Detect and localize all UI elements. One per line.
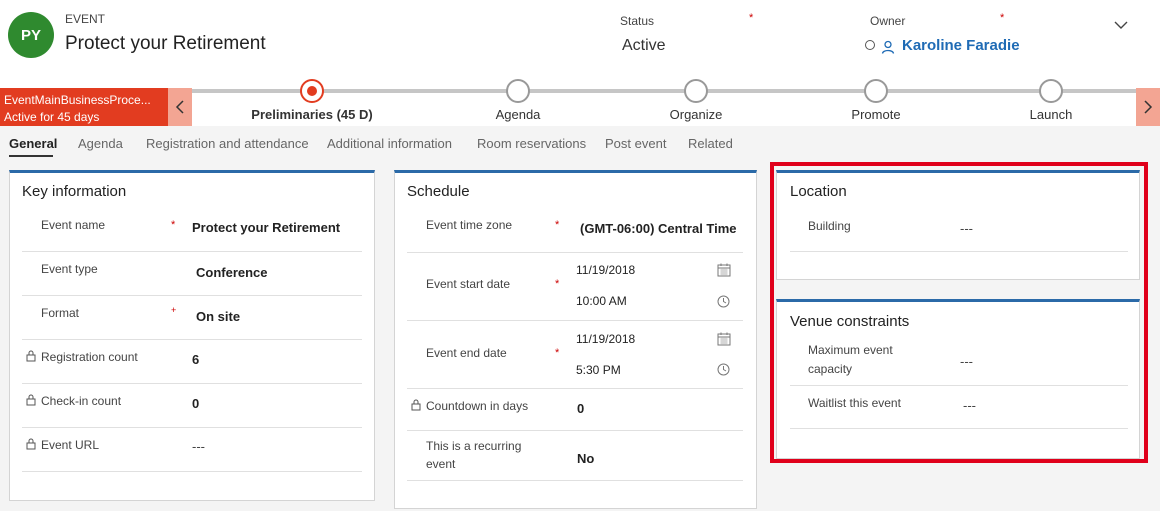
check-in-count-value: 0 <box>192 396 200 411</box>
event-type-field[interactable]: Conference <box>196 265 356 280</box>
end-time-field[interactable]: 5:30 PM <box>576 363 621 377</box>
section-title: Schedule <box>407 183 470 200</box>
required-marker: * <box>555 219 560 231</box>
registration-count-value: 6 <box>192 352 200 367</box>
stage-launch-dot[interactable] <box>1039 79 1063 103</box>
divider <box>22 427 362 428</box>
clock-icon[interactable] <box>717 295 730 313</box>
user-icon <box>881 40 895 59</box>
tab-general[interactable]: General <box>9 136 57 151</box>
field-label: Countdown in days <box>426 399 529 413</box>
highlight-annotation <box>770 162 1148 463</box>
lock-icon <box>26 349 36 367</box>
tab-additional-information[interactable]: Additional information <box>327 136 452 151</box>
field-label: Event end date <box>426 346 507 360</box>
stage-agenda-dot[interactable] <box>506 79 530 103</box>
field-label: Check-in count <box>41 394 122 408</box>
divider <box>22 251 362 252</box>
field-label: event <box>426 457 456 471</box>
chevron-down-icon[interactable] <box>1113 18 1129 37</box>
section-title: Key information <box>22 183 127 200</box>
active-process-duration: Active for 45 days <box>4 110 100 124</box>
stage-previous-button[interactable] <box>168 88 192 126</box>
field-label: This is a recurring <box>426 439 522 453</box>
stage-organize-label[interactable]: Organize <box>616 107 776 122</box>
lock-icon <box>411 398 421 416</box>
page-title: Protect your Retirement <box>65 33 266 54</box>
process-track <box>192 89 1136 93</box>
field-label: Format <box>41 306 80 320</box>
start-time-field[interactable]: 10:00 AM <box>576 294 627 308</box>
divider <box>407 388 743 389</box>
divider <box>407 252 743 253</box>
divider <box>407 430 743 431</box>
required-marker: * <box>1000 12 1005 24</box>
field-label: Event type <box>41 262 98 276</box>
recurring-field[interactable]: No <box>577 451 594 466</box>
stage-preliminaries-label[interactable]: Preliminaries (45 D) <box>232 107 392 122</box>
tab-registration-and-attendance[interactable]: Registration and attendance <box>146 136 309 151</box>
field-label: Event name <box>41 218 106 232</box>
end-date-field[interactable]: 11/19/2018 <box>576 332 635 346</box>
field-label: Registration count <box>41 350 138 364</box>
tab-agenda[interactable]: Agenda <box>78 136 123 151</box>
active-tab-indicator <box>9 155 53 157</box>
owner-link[interactable]: Karoline Faradie <box>902 37 1020 54</box>
field-label: Event URL <box>41 438 100 452</box>
stage-promote-label[interactable]: Promote <box>796 107 956 122</box>
divider <box>22 383 362 384</box>
start-date-field[interactable]: 11/19/2018 <box>576 263 635 277</box>
required-marker: * <box>555 278 560 290</box>
calendar-icon[interactable] <box>717 332 731 351</box>
lock-icon <box>26 393 36 411</box>
required-marker: * <box>749 12 754 24</box>
divider <box>22 339 362 340</box>
entity-type-label: EVENT <box>65 12 106 26</box>
stage-next-button[interactable] <box>1136 88 1160 126</box>
event-name-field[interactable]: Protect your Retirement <box>192 220 362 235</box>
chevron-right-icon <box>1144 100 1153 114</box>
stage-preliminaries-dot[interactable] <box>300 79 324 103</box>
tab-room-reservations[interactable]: Room reservations <box>477 136 586 151</box>
field-label: Event start date <box>426 277 511 291</box>
time-zone-field[interactable]: (GMT-06:00) Central Time ( <box>580 221 738 236</box>
divider <box>22 295 362 296</box>
chevron-left-icon <box>175 100 184 114</box>
format-field[interactable]: On site <box>196 309 356 324</box>
stage-organize-dot[interactable] <box>684 79 708 103</box>
tab-related[interactable]: Related <box>688 136 733 151</box>
avatar: PY <box>8 12 54 58</box>
divider <box>407 320 743 321</box>
countdown-value: 0 <box>577 401 585 416</box>
owner-label: Owner <box>870 14 906 28</box>
recommended-marker: + <box>171 305 177 315</box>
stage-launch-label[interactable]: Launch <box>971 107 1131 122</box>
stage-agenda-label[interactable]: Agenda <box>438 107 598 122</box>
event-url-value: --- <box>192 439 205 454</box>
presence-icon <box>865 40 875 50</box>
stage-promote-dot[interactable] <box>864 79 888 103</box>
lock-icon <box>26 437 36 455</box>
divider <box>407 480 743 481</box>
required-marker: * <box>171 219 176 231</box>
calendar-icon[interactable] <box>717 263 731 282</box>
divider <box>22 471 362 472</box>
status-label: Status <box>620 14 655 28</box>
tab-post-event[interactable]: Post event <box>605 136 666 151</box>
status-value: Active <box>622 37 666 54</box>
active-process-name[interactable]: EventMainBusinessProce... <box>4 93 151 107</box>
required-marker: * <box>555 347 560 359</box>
clock-icon[interactable] <box>717 363 730 381</box>
field-label: Event time zone <box>426 218 513 232</box>
